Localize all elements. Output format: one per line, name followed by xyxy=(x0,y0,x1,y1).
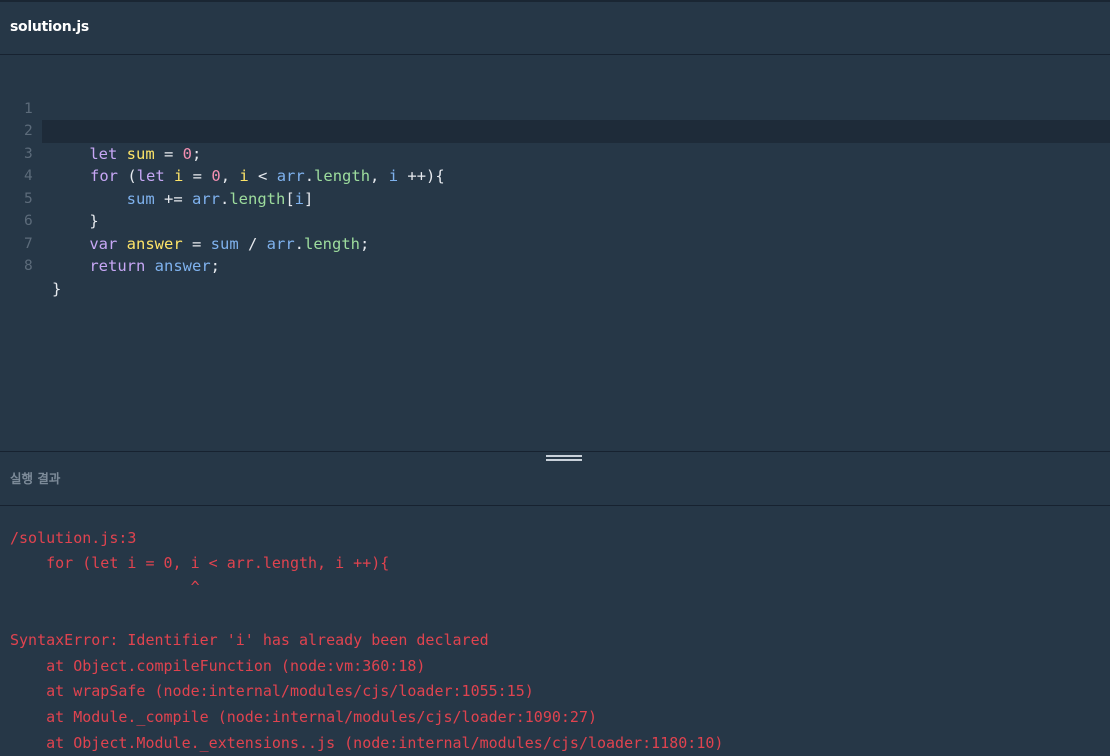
file-tab-bar: solution.js xyxy=(0,2,1110,55)
file-tab-title[interactable]: solution.js xyxy=(10,19,89,35)
line-code: } xyxy=(52,278,61,301)
output-line: SyntaxError: Identifier 'i' has already … xyxy=(10,631,489,649)
code-line-active[interactable]: 3 for (let i = 0, i < arr.length, i ++){ xyxy=(24,120,1110,185)
code-line[interactable]: 6 var answer = sum / arr.length; xyxy=(0,188,1110,253)
code-line[interactable]: 1 function solution(arr) { xyxy=(0,75,1110,141)
code-line[interactable]: 8 } xyxy=(0,233,1110,298)
result-divider xyxy=(0,505,1110,506)
output-line: at Object.compileFunction (node:vm:360:1… xyxy=(10,657,426,675)
result-panel-title: 실행 결과 xyxy=(10,471,61,486)
code-token: } xyxy=(52,279,62,298)
code-token: ; xyxy=(210,257,220,275)
output-line: at wrapSafe (node:internal/modules/cjs/l… xyxy=(10,682,534,700)
code-line[interactable]: 4 sum += arr.length[i] xyxy=(0,143,1110,208)
resize-grip-icon[interactable] xyxy=(546,455,582,464)
output-line: at Module._compile (node:internal/module… xyxy=(10,708,597,726)
code-line[interactable]: 5 } xyxy=(0,165,1110,231)
line-number: 2 xyxy=(24,123,33,139)
code-token: answer xyxy=(154,257,211,275)
code-line[interactable]: 2 let sum = 0; xyxy=(0,98,1110,163)
panel-divider xyxy=(0,451,1110,452)
output-line: at Object.Module._extensions..js (node:i… xyxy=(10,734,724,752)
output-line: /solution.js:3 xyxy=(10,529,137,547)
output-line: for (let i = 0, i < arr.length, i ++){ xyxy=(10,554,390,572)
line-code: return answer; xyxy=(52,255,220,278)
code-editor[interactable]: 1 function solution(arr) { 2 let sum = 0… xyxy=(0,56,1110,451)
output-line: ^ xyxy=(10,578,200,596)
line-number: 8 xyxy=(24,258,33,274)
code-line[interactable]: 7 return answer; xyxy=(0,210,1110,276)
code-token: return xyxy=(89,257,155,275)
